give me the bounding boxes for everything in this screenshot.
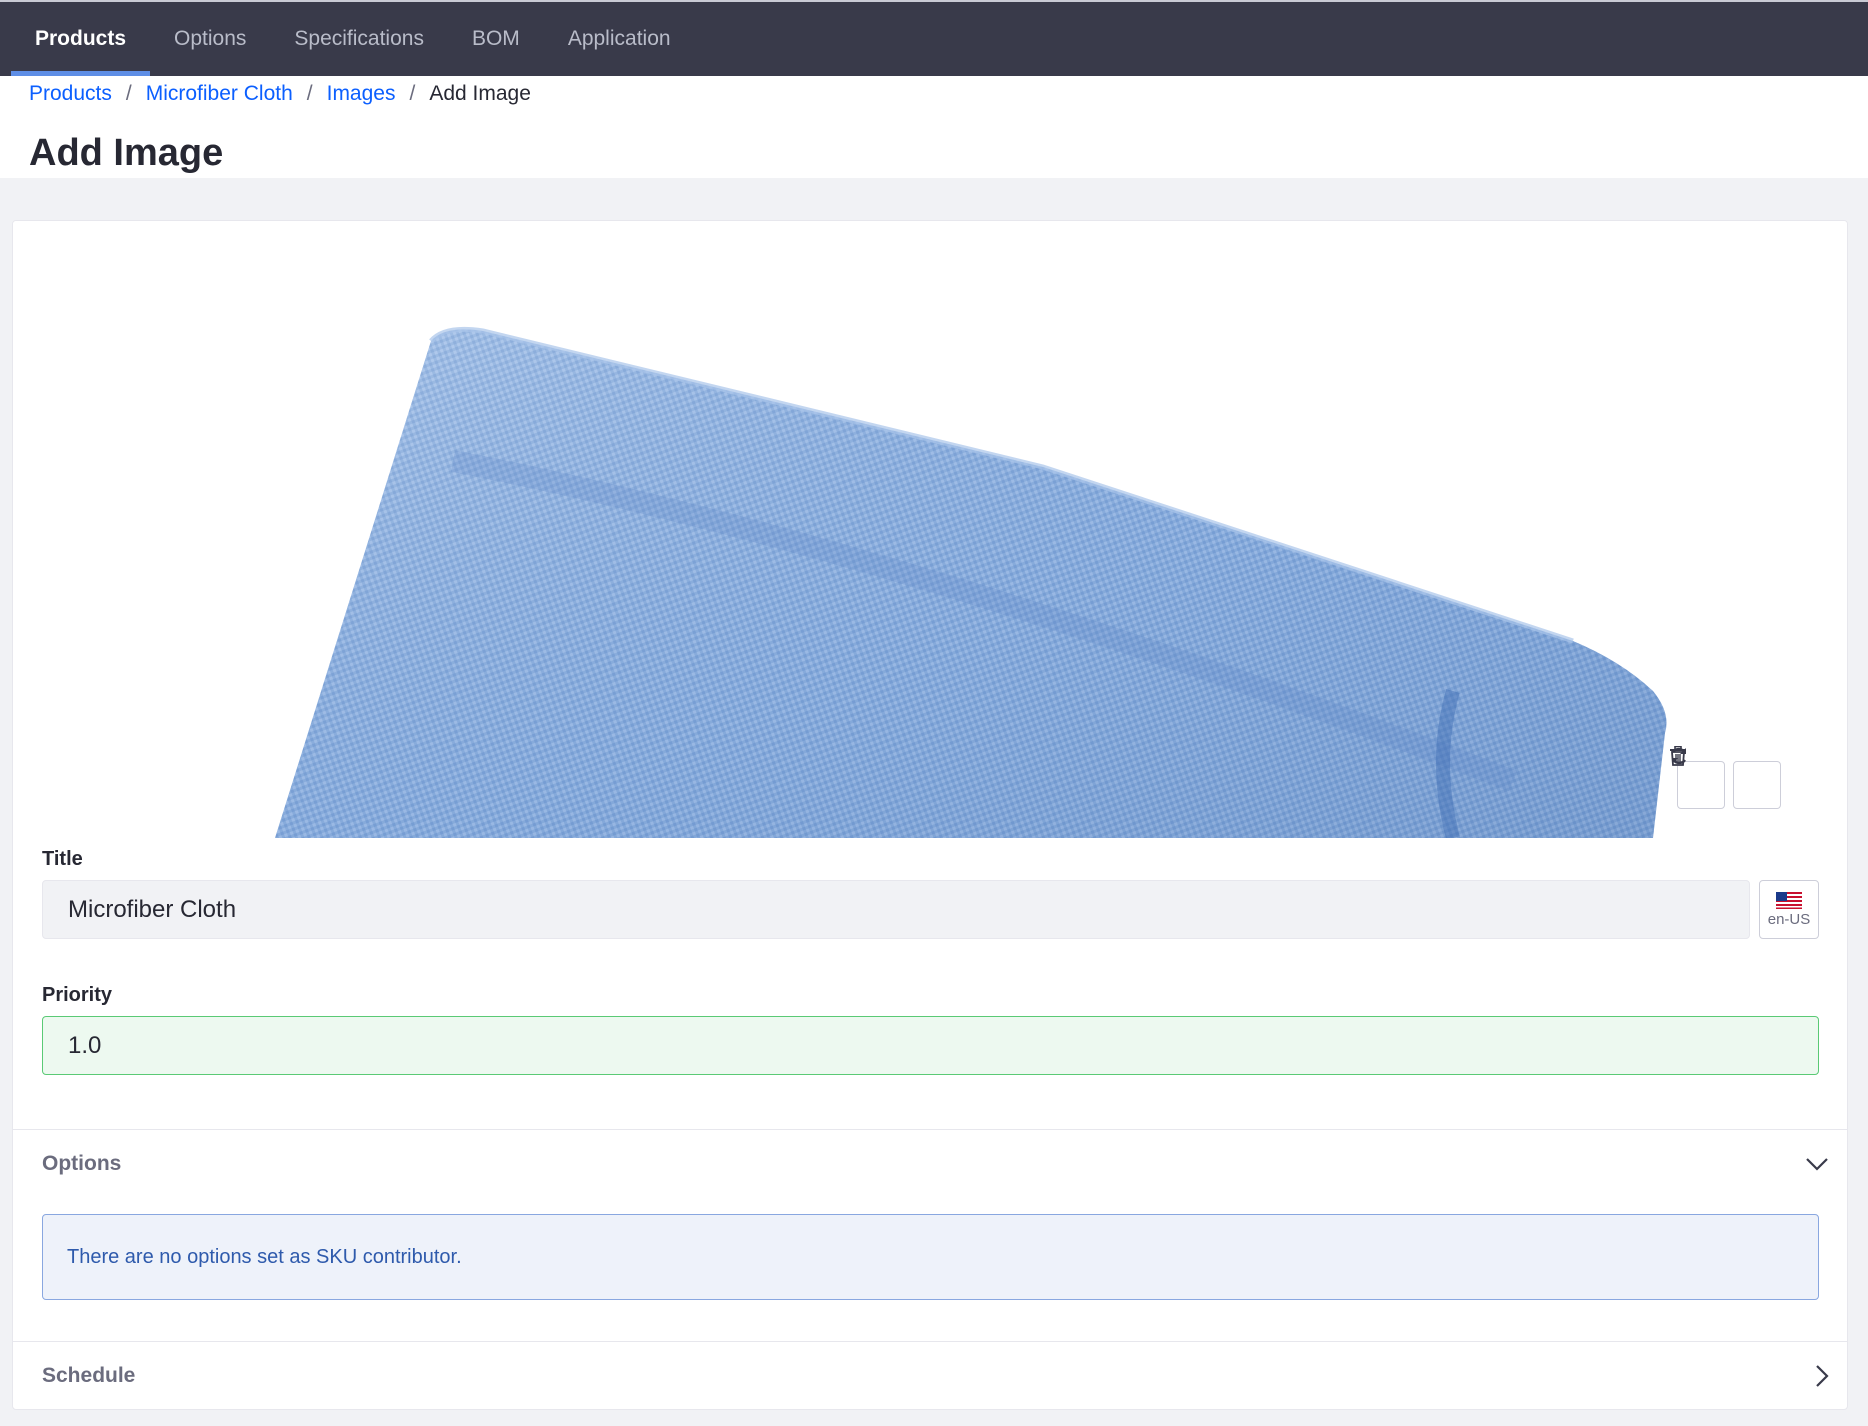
tab-specifications[interactable]: Specifications [270,2,448,76]
breadcrumb-separator: / [125,82,132,105]
us-flag-icon [1776,891,1802,909]
image-form-card: Title en-US Priority Options There are n… [12,220,1848,1410]
priority-input[interactable] [42,1016,1819,1075]
options-info-alert: There are no options set as SKU contribu… [42,1214,1819,1300]
schedule-panel-title: Schedule [42,1364,136,1387]
tab-bom[interactable]: BOM [448,2,544,76]
title-label: Title [42,848,83,870]
options-info-text: There are no options set as SKU contribu… [67,1245,462,1268]
page-title: Add Image [29,132,224,174]
product-image [275,326,1667,838]
chevron-down-icon [1806,1158,1828,1171]
image-preview [13,221,1847,838]
image-actions [1669,746,1789,823]
tab-application[interactable]: Application [544,2,695,76]
chevron-right-icon [1816,1365,1829,1387]
breadcrumb-current: Add Image [429,82,531,105]
breadcrumb-separator: / [409,82,416,105]
title-input[interactable] [42,880,1750,939]
schedule-panel-header[interactable]: Schedule [13,1342,1847,1409]
language-code: en-US [1767,910,1811,928]
breadcrumb-separator: / [306,82,313,105]
top-nav-bar: Products Options Specifications BOM Appl… [0,0,1868,76]
delete-image-button[interactable] [1670,746,1781,809]
breadcrumb-link-products[interactable]: Products [29,82,112,106]
language-selector-button[interactable]: en-US [1759,880,1819,939]
tab-options[interactable]: Options [150,2,270,76]
breadcrumb: Products / Microfiber Cloth / Images / A… [29,80,531,108]
change-image-button[interactable] [1671,747,1725,809]
options-panel-title: Options [42,1152,122,1175]
breadcrumb-link-images[interactable]: Images [327,82,396,106]
tab-products[interactable]: Products [11,2,151,76]
priority-label: Priority [42,984,113,1006]
options-panel-header[interactable]: Options [13,1130,1847,1198]
trash-icon [1670,746,1686,766]
nav-tabs: Products Options Specifications BOM Appl… [11,2,695,76]
breadcrumb-link-microfiber-cloth[interactable]: Microfiber Cloth [146,82,293,106]
